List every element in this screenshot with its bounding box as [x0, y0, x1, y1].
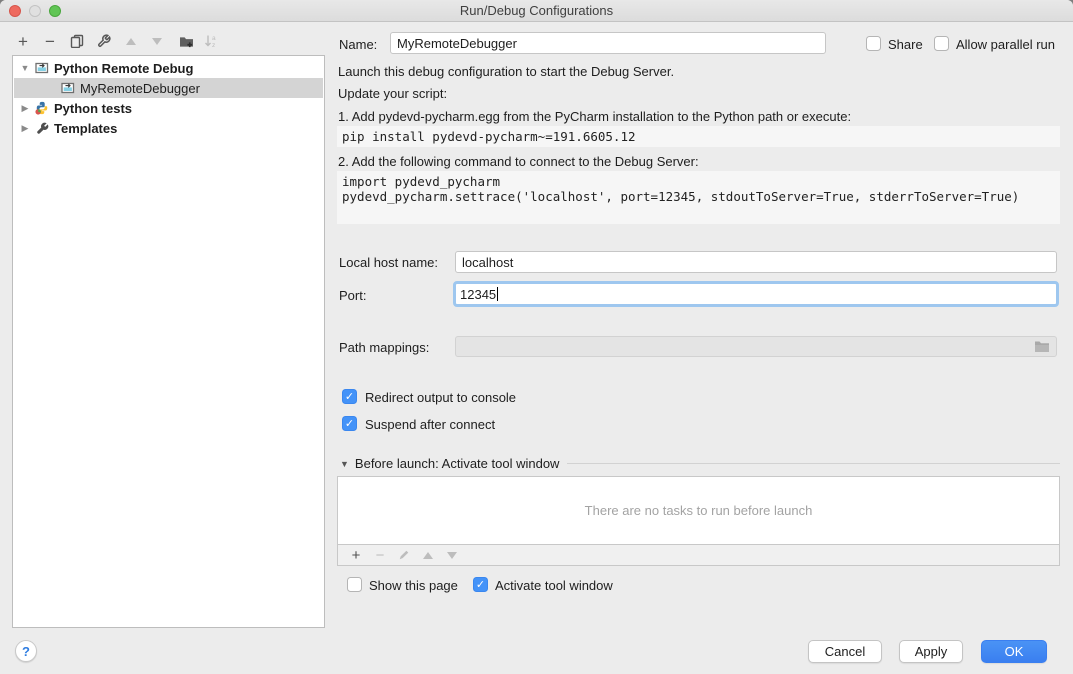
move-task-down-icon [440, 552, 464, 559]
cancel-button[interactable]: Cancel [808, 640, 882, 663]
svg-text:a: a [212, 35, 216, 42]
title-bar: Run/Debug Configurations [0, 0, 1073, 22]
suspend-after-connect-label: Suspend after connect [365, 417, 495, 432]
show-this-page-checkbox[interactable] [347, 577, 362, 592]
wrench-icon [97, 34, 111, 48]
tree-item-label: MyRemoteDebugger [80, 81, 200, 96]
path-mappings-input[interactable] [455, 336, 1057, 357]
show-this-page-label: Show this page [369, 578, 458, 593]
redirect-output-checkbox[interactable]: ✓ [342, 389, 357, 404]
window-title: Run/Debug Configurations [0, 0, 1073, 22]
allow-parallel-run-label: Allow parallel run [956, 37, 1055, 52]
new-folder-icon[interactable] [175, 31, 197, 51]
port-value: 12345 [460, 287, 496, 302]
check-icon: ✓ [476, 578, 485, 591]
local-host-name-input[interactable]: localhost [455, 251, 1057, 273]
move-down-icon [146, 31, 168, 51]
question-mark-icon: ? [22, 644, 30, 659]
close-window-button[interactable] [9, 5, 21, 17]
port-label: Port: [339, 288, 366, 303]
local-host-name-value: localhost [462, 255, 513, 270]
minimize-window-button[interactable] [29, 5, 41, 17]
move-up-icon [120, 31, 142, 51]
edit-templates-icon[interactable] [93, 31, 115, 51]
check-icon: ✓ [345, 390, 354, 403]
name-label: Name: [339, 37, 377, 52]
python-tests-icon [34, 101, 50, 115]
sort-alphabetically-icon: a z [200, 31, 222, 51]
settrace-code-line-2: pydevd_pycharm.settrace('localhost', por… [342, 189, 1055, 204]
add-configuration-icon[interactable]: + [12, 31, 34, 51]
redirect-output-label: Redirect output to console [365, 390, 516, 405]
remote-debug-icon [34, 61, 50, 75]
collapse-icon[interactable]: ▼ [340, 459, 349, 469]
move-task-up-icon [416, 552, 440, 559]
activate-tool-window-label: Activate tool window [495, 578, 613, 593]
pip-install-code-block: pip install pydevd-pycharm~=191.6605.12 [337, 126, 1060, 147]
sort-icon: a z [204, 34, 218, 48]
check-icon: ✓ [345, 417, 354, 430]
tree-item-myremotedebugger[interactable]: MyRemoteDebugger [14, 78, 323, 98]
browse-folder-icon[interactable] [1034, 340, 1050, 353]
apply-button[interactable]: Apply [899, 640, 963, 663]
cancel-button-label: Cancel [825, 644, 865, 659]
ok-button[interactable]: OK [981, 640, 1047, 663]
edit-task-icon [392, 549, 416, 561]
name-input[interactable]: MyRemoteDebugger [390, 32, 826, 54]
help-button[interactable]: ? [15, 640, 37, 662]
tree-item-templates[interactable]: ▶ Templates [14, 118, 323, 138]
pip-install-command: pip install pydevd-pycharm~=191.6605.12 [342, 129, 1055, 144]
configuration-tree: ▼ Python Remote Debug MyRemoteDebugger [12, 55, 325, 628]
description-line-1: Launch this debug configuration to start… [338, 64, 674, 79]
text-cursor [497, 287, 498, 301]
empty-task-list-text: There are no tasks to run before launch [585, 503, 813, 518]
tree-item-label: Python Remote Debug [54, 61, 193, 76]
step-2-text: 2. Add the following command to connect … [338, 154, 699, 169]
before-launch-header[interactable]: ▼ Before launch: Activate tool window [340, 456, 1060, 471]
tree-item-label: Templates [54, 121, 117, 136]
tree-item-python-tests[interactable]: ▶ Python tests [14, 98, 323, 118]
step-1-text: 1. Add pydevd-pycharm.egg from the PyCha… [338, 109, 851, 124]
activate-tool-window-checkbox[interactable]: ✓ [473, 577, 488, 592]
tree-item-label: Python tests [54, 101, 132, 116]
copy-icon [70, 34, 84, 48]
before-launch-toolbar: + − [337, 545, 1060, 566]
before-launch-task-list[interactable]: There are no tasks to run before launch [337, 476, 1060, 545]
remove-task-icon: − [368, 547, 392, 564]
allow-parallel-run-checkbox[interactable] [934, 36, 949, 51]
apply-button-label: Apply [915, 644, 948, 659]
copy-configuration-icon[interactable] [66, 31, 88, 51]
tree-item-python-remote-debug[interactable]: ▼ Python Remote Debug [14, 58, 323, 78]
settrace-code-block: import pydevd_pycharm pydevd_pycharm.set… [337, 171, 1060, 224]
name-input-value: MyRemoteDebugger [397, 36, 517, 51]
path-mappings-label: Path mappings: [339, 340, 429, 355]
header-separator-line [567, 463, 1060, 464]
settrace-code-line-1: import pydevd_pycharm [342, 174, 1055, 189]
run-debug-configurations-dialog: Run/Debug Configurations + − a z [0, 0, 1073, 674]
share-label: Share [888, 37, 923, 52]
share-checkbox[interactable] [866, 36, 881, 51]
description-line-2: Update your script: [338, 86, 447, 101]
remote-debug-icon [60, 81, 76, 95]
chevron-collapsed-icon[interactable]: ▶ [20, 123, 30, 134]
before-launch-title: Before launch: Activate tool window [355, 456, 560, 471]
local-host-name-label: Local host name: [339, 255, 438, 270]
templates-wrench-icon [34, 121, 50, 135]
svg-text:z: z [212, 42, 215, 48]
port-input[interactable]: 12345 [453, 281, 1059, 307]
remove-configuration-icon[interactable]: − [39, 31, 61, 51]
ok-button-label: OK [1005, 644, 1024, 659]
zoom-window-button[interactable] [49, 5, 61, 17]
add-task-icon[interactable]: + [344, 547, 368, 564]
folder-add-icon [179, 35, 194, 48]
chevron-expanded-icon[interactable]: ▼ [20, 63, 30, 73]
chevron-collapsed-icon[interactable]: ▶ [20, 103, 30, 114]
suspend-after-connect-checkbox[interactable]: ✓ [342, 416, 357, 431]
